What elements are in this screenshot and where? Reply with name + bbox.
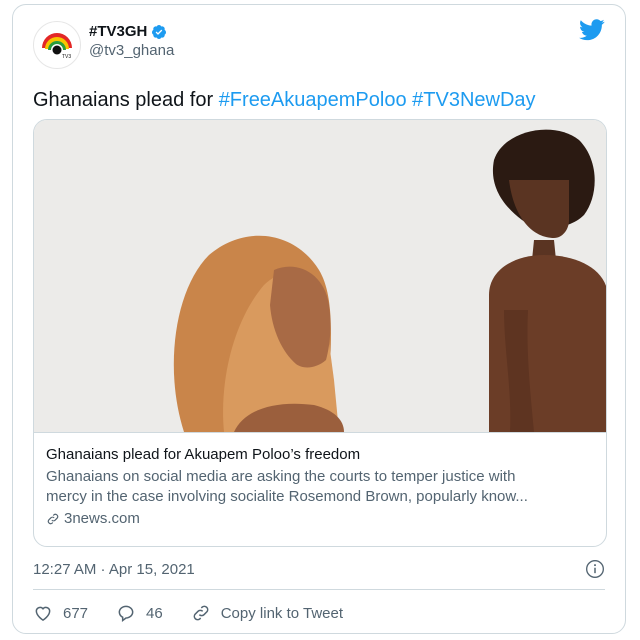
hashtag-link[interactable]: #TV3NewDay	[412, 89, 535, 111]
copy-link-label: Copy link to Tweet	[220, 604, 344, 622]
link-description: Ghanaians on social media are asking the…	[46, 467, 594, 507]
tv3-logo-icon: TV3	[35, 23, 79, 67]
tweet-embed-card: TV3 #TV3GH @tv3_ghana Ghanaians plead fo…	[12, 4, 626, 634]
like-button[interactable]: 677	[33, 603, 88, 623]
tweet-text-prefix: Ghanaians plead for	[33, 89, 219, 111]
reply-button[interactable]: 46	[116, 603, 163, 623]
reply-count: 46	[146, 604, 163, 622]
link-description-line: mercy in the case involving socialite Ro…	[46, 488, 528, 505]
preview-photo	[34, 120, 606, 432]
link-preview-image[interactable]	[34, 120, 606, 432]
info-icon[interactable]	[585, 559, 605, 579]
avatar[interactable]: TV3	[33, 21, 81, 69]
divider	[33, 589, 605, 590]
link-icon	[193, 605, 209, 621]
verified-badge-icon	[152, 24, 167, 39]
account-handle[interactable]: @tv3_ghana	[89, 42, 174, 59]
like-count: 677	[63, 604, 89, 622]
heart-icon	[35, 606, 51, 621]
link-preview-meta: Ghanaians plead for Akuapem Poloo’s free…	[34, 432, 606, 546]
timestamp-row: 12:27 AM · Apr 15, 2021	[33, 557, 605, 581]
twitter-bird-icon[interactable]	[579, 19, 605, 41]
display-name[interactable]: #TV3GH	[89, 23, 174, 40]
copy-link-button[interactable]: Copy link to Tweet	[191, 603, 343, 623]
svg-text:TV3: TV3	[62, 54, 71, 60]
tweet-actions: 677 46 Copy link to Tweet	[33, 599, 605, 627]
reply-icon	[118, 605, 134, 622]
tweet-header: TV3 #TV3GH @tv3_ghana	[33, 17, 605, 71]
link-domain[interactable]: 3news.com	[46, 509, 594, 529]
link-description-line: Ghanaians on social media are asking the…	[46, 468, 516, 485]
tweet-timestamp[interactable]: 12:27 AM · Apr 15, 2021	[33, 561, 195, 578]
link-icon	[47, 513, 59, 525]
tweet-text: Ghanaians plead for #FreeAkuapemPoloo #T…	[33, 87, 605, 113]
link-domain-text[interactable]: 3news.com	[64, 509, 140, 529]
hashtag-link[interactable]: #FreeAkuapemPoloo	[219, 89, 407, 111]
link-preview-card[interactable]: Ghanaians plead for Akuapem Poloo’s free…	[33, 119, 607, 547]
account-names: #TV3GH @tv3_ghana	[89, 23, 174, 59]
display-name-text[interactable]: #TV3GH	[89, 23, 147, 40]
link-title[interactable]: Ghanaians plead for Akuapem Poloo’s free…	[46, 445, 594, 465]
